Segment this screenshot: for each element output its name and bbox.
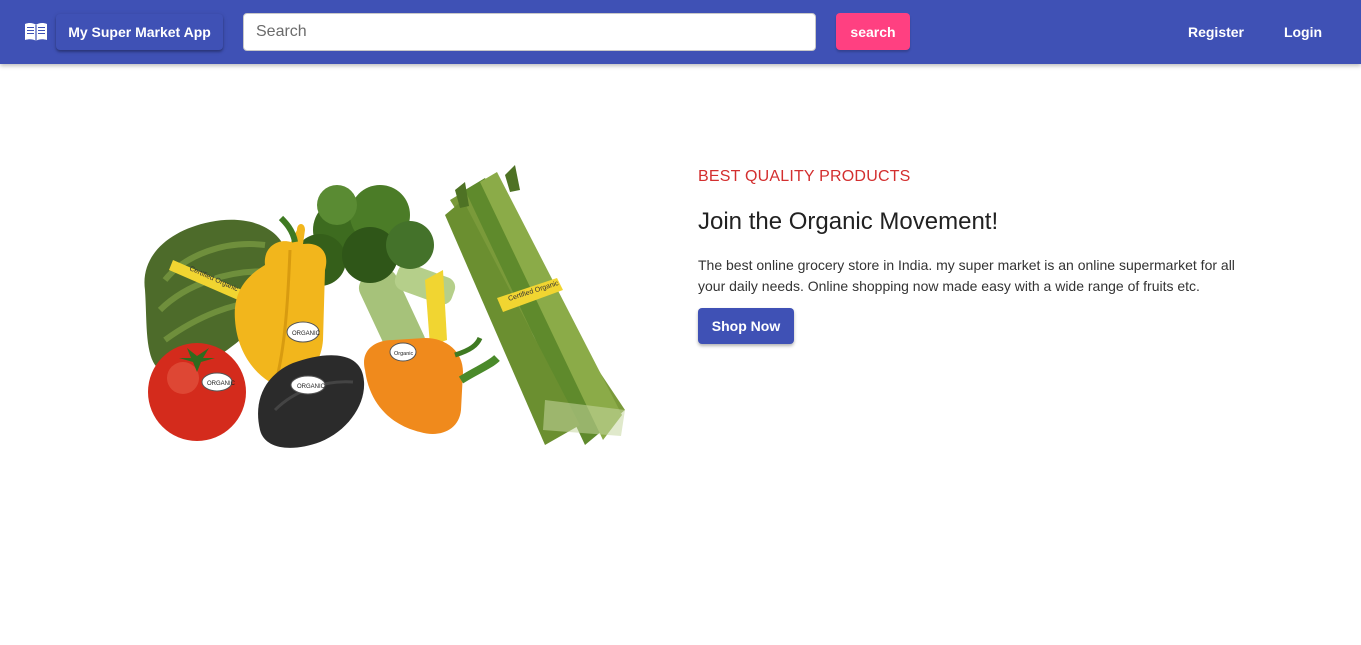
orange-pepper: Organic (364, 336, 500, 434)
asparagus: Certified Organic (445, 165, 625, 445)
search-input[interactable] (243, 13, 816, 51)
login-link[interactable]: Login (1270, 14, 1336, 50)
search-button[interactable]: search (836, 13, 910, 50)
organic-vegetables-image: Certified Organic Certified Organic ORGA… (144, 165, 625, 448)
book-icon[interactable] (24, 22, 48, 42)
label-text: ORGANIC (297, 384, 326, 390)
app-title-button[interactable]: My Super Market App (56, 14, 223, 50)
register-link[interactable]: Register (1176, 14, 1256, 50)
label-text: ORGANIC (207, 381, 236, 387)
top-app-bar: My Super Market App search Register Logi… (0, 0, 1361, 64)
shop-now-button[interactable]: Shop Now (698, 308, 794, 344)
eyebrow-text: BEST QUALITY PRODUCTS (698, 168, 911, 185)
hero-description: The best online grocery store in India. … (698, 257, 1235, 294)
tomato: ORGANIC (148, 343, 246, 441)
label-text: Organic (394, 351, 414, 357)
label-text: ORGANIC (292, 331, 321, 337)
hero-headline: Join the Organic Movement! (698, 208, 999, 235)
